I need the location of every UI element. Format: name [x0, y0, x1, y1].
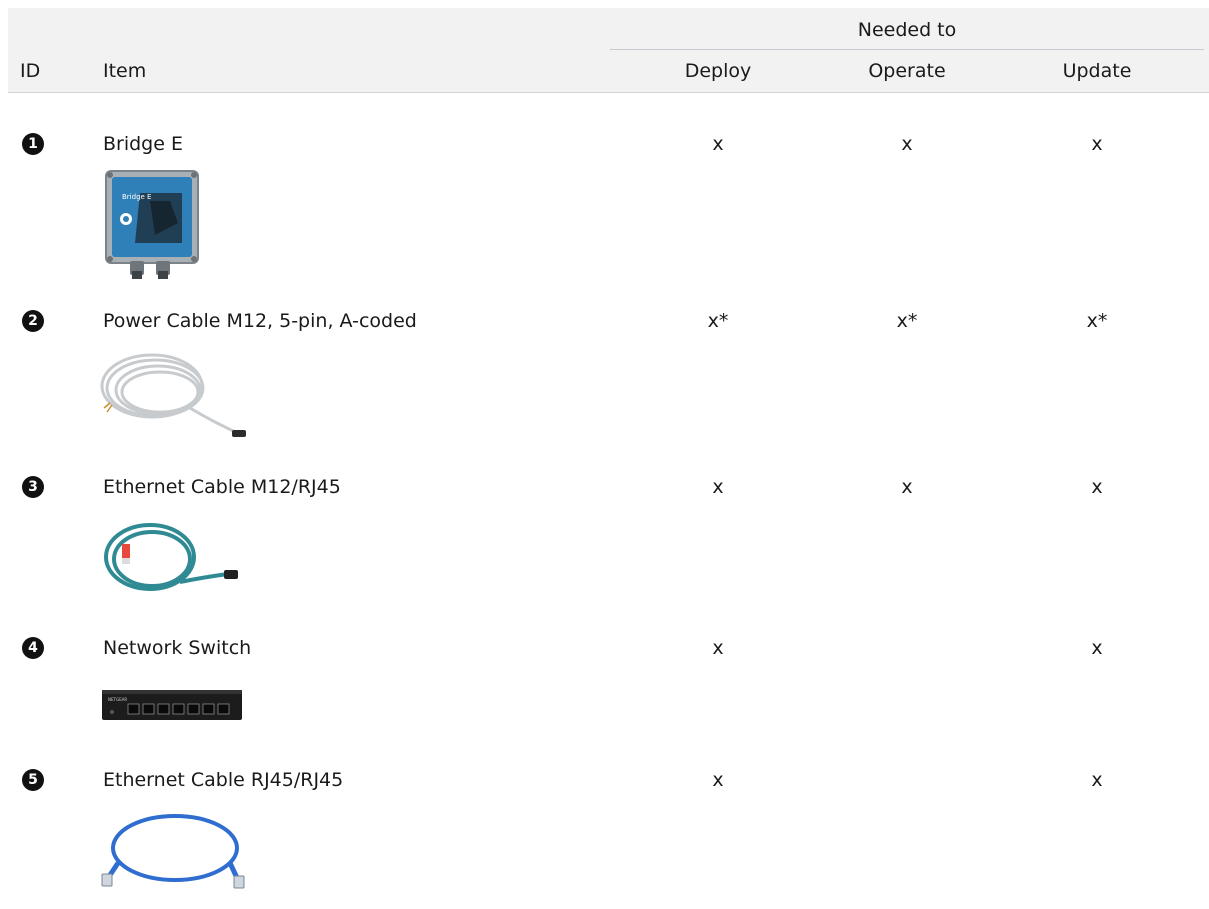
network-switch-image: NETGEAR [100, 686, 245, 724]
id-badge: 4 [22, 637, 44, 659]
item-name: Ethernet Cable RJ45/RJ45 [103, 769, 344, 791]
item-name: Bridge E [103, 133, 183, 155]
deploy-mark: x [712, 769, 724, 791]
update-mark: x [1091, 133, 1103, 155]
operate-mark: x* [896, 310, 918, 332]
id-badge: 1 [22, 133, 44, 155]
ethernet-m12-cable-image [100, 512, 245, 602]
operate-mark: x [901, 476, 913, 498]
id-badge: 5 [22, 769, 44, 791]
item-name: Power Cable M12, 5-pin, A-coded [103, 310, 417, 332]
deploy-mark: x* [707, 310, 729, 332]
column-header-id: ID [20, 60, 41, 82]
update-mark: x* [1086, 310, 1108, 332]
group-header-needed-to: Needed to [857, 19, 957, 41]
operate-mark: x [901, 133, 913, 155]
column-header-operate: Operate [868, 60, 946, 82]
bridge-e-device-image: Bridge E [100, 163, 202, 280]
deploy-mark: x [712, 637, 724, 659]
ethernet-rj45-cable-image [100, 808, 250, 893]
column-header-update: Update [1062, 60, 1132, 82]
switch-brand: NETGEAR [108, 697, 127, 702]
column-header-deploy: Deploy [684, 60, 752, 82]
update-mark: x [1091, 769, 1103, 791]
device-label: Bridge E [122, 193, 151, 201]
table-header [8, 8, 1209, 93]
update-mark: x [1091, 637, 1103, 659]
deploy-mark: x [712, 133, 724, 155]
deploy-mark: x [712, 476, 724, 498]
power-cable-image [100, 348, 250, 443]
column-header-item: Item [103, 60, 147, 82]
group-header-divider [610, 49, 1204, 50]
id-badge: 2 [22, 310, 44, 332]
item-name: Ethernet Cable M12/RJ45 [103, 476, 341, 498]
id-badge: 3 [22, 476, 44, 498]
item-name: Network Switch [103, 637, 252, 659]
update-mark: x [1091, 476, 1103, 498]
